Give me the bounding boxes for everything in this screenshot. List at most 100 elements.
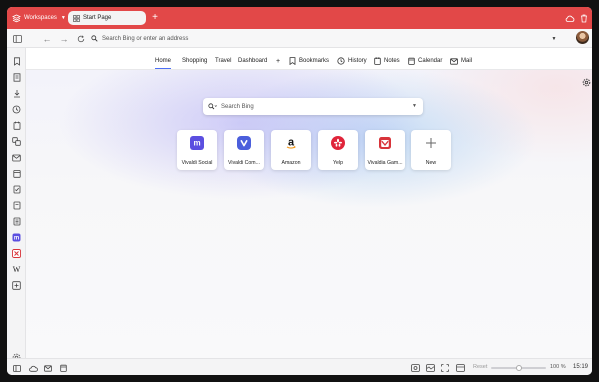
speed-dial-label: Yelp <box>333 160 343 166</box>
address-placeholder: Search Bing or enter an address <box>102 35 189 42</box>
tasks-icon[interactable] <box>11 184 22 195</box>
nav-travel-label: Travel <box>215 58 232 64</box>
nav-dashboard[interactable]: Dashboard <box>238 56 267 66</box>
nav-history-label: History <box>348 58 367 64</box>
start-page-nav: Home Shopping Travel Dashboard + Bookmar… <box>26 48 592 70</box>
calendar-icon <box>408 57 415 65</box>
speed-dial-new[interactable]: New <box>411 130 451 170</box>
mail-icon[interactable] <box>43 363 53 373</box>
zoom-level: 100 % <box>550 364 566 370</box>
trash-icon[interactable] <box>578 13 590 23</box>
speed-dial-label: New <box>425 160 437 166</box>
history-icon[interactable] <box>11 104 22 115</box>
nav-calendar-label: Calendar <box>418 58 443 64</box>
cloud-icon[interactable] <box>564 13 576 23</box>
notes-icon[interactable] <box>11 120 22 131</box>
workspaces-icon <box>11 13 22 24</box>
add-group-button[interactable]: + <box>276 56 280 66</box>
search-placeholder: Search Bing <box>221 103 254 110</box>
title-bar: Workspaces ▼ Start Page + <box>7 7 592 29</box>
nav-travel[interactable]: Travel <box>215 56 231 66</box>
mail-icon[interactable] <box>11 152 22 163</box>
address-field[interactable]: Search Bing or enter an address <box>91 32 561 45</box>
speed-dial-vivaldi-social[interactable]: m Vivaldi Social <box>177 130 217 170</box>
nav-bookmarks[interactable]: Bookmarks <box>289 56 329 66</box>
speed-dial-label: Vivaldia Gam... <box>367 160 403 166</box>
status-bar: Reset 100 % 15:19 <box>7 358 592 375</box>
nav-mail-label: Mail <box>461 58 473 64</box>
nav-shopping[interactable]: Shopping <box>182 56 207 66</box>
amazon-icon: a <box>284 136 298 150</box>
workspaces-button[interactable]: Workspaces ▼ <box>11 12 66 24</box>
nav-notes-label: Notes <box>384 58 400 64</box>
grid-icon <box>73 14 80 22</box>
workspaces-label: Workspaces <box>24 15 57 21</box>
history-icon <box>337 57 345 65</box>
reading-list-icon[interactable] <box>11 72 22 83</box>
speed-dial-vivaldia-games[interactable]: Vivaldia Gam... <box>365 130 405 170</box>
zoom-slider-knob[interactable] <box>515 365 522 371</box>
zoom-reset-button[interactable]: Reset <box>473 364 487 370</box>
search-input[interactable]: Search Bing ▼ <box>203 98 423 115</box>
nav-calendar[interactable]: Calendar <box>408 56 442 66</box>
wikipedia-icon[interactable]: W <box>11 264 22 275</box>
clock: 15:19 <box>573 364 589 370</box>
chevron-down-icon: ▼ <box>60 15 66 21</box>
speed-dial-yelp[interactable]: Yelp <box>318 130 358 170</box>
bookmarks-icon[interactable] <box>11 56 22 67</box>
speed-dial-amazon[interactable]: a Amazon <box>271 130 311 170</box>
mastodon-icon: m <box>190 136 204 150</box>
page-actions-icon[interactable] <box>440 363 450 373</box>
bookmark-icon <box>289 57 296 65</box>
tab-title: Start Page <box>83 15 112 21</box>
mastodon-icon[interactable]: m <box>11 232 22 243</box>
downloads-icon[interactable] <box>11 88 22 99</box>
search-icon <box>208 103 217 110</box>
translate-icon[interactable] <box>11 136 22 147</box>
new-tab-button[interactable]: + <box>149 11 161 25</box>
vivaldia-games-icon <box>378 136 392 150</box>
zoom-slider[interactable] <box>491 365 546 371</box>
panel-toggle-icon[interactable] <box>12 363 22 373</box>
browser-window: Workspaces ▼ Start Page + ← → Search Bin… <box>7 7 592 375</box>
svg-text:a: a <box>288 137 295 149</box>
nav-mail[interactable]: Mail <box>450 56 472 66</box>
panel-toggle-icon[interactable] <box>11 33 23 44</box>
tab-start-page[interactable]: Start Page <box>68 11 146 25</box>
reader-icon[interactable] <box>11 216 22 227</box>
calendar-icon[interactable] <box>58 363 68 373</box>
start-page: Home Shopping Travel Dashboard + Bookmar… <box>26 48 592 358</box>
reload-icon[interactable] <box>75 33 87 44</box>
address-toolbar: ← → Search Bing or enter an address ▼ <box>7 29 592 48</box>
back-arrow-icon[interactable]: ← <box>41 33 53 44</box>
speed-dial-vivaldi-community[interactable]: Vivaldi Com... <box>224 130 264 170</box>
svg-text:m: m <box>14 236 19 242</box>
side-panel: m W <box>7 48 26 362</box>
plus-icon <box>424 136 438 150</box>
nav-dashboard-label: Dashboard <box>238 58 268 64</box>
image-toggle-icon[interactable] <box>455 363 465 373</box>
svg-text:m: m <box>193 139 200 148</box>
tile-tabs-icon[interactable] <box>425 363 435 373</box>
notes-icon <box>374 57 381 65</box>
calendar-icon[interactable] <box>11 168 22 179</box>
chevron-down-icon[interactable]: ▼ <box>412 103 417 109</box>
speed-dial-label: Amazon <box>281 160 301 166</box>
nav-home-label: Home <box>155 57 172 64</box>
vivaldia-games-icon[interactable] <box>11 248 22 259</box>
nav-history[interactable]: History <box>337 56 367 66</box>
capture-icon[interactable] <box>410 363 420 373</box>
start-page-settings-icon[interactable] <box>582 78 592 88</box>
add-panel-icon[interactable] <box>11 280 22 291</box>
sync-cloud-icon[interactable] <box>28 363 38 373</box>
nav-home[interactable]: Home <box>155 56 172 69</box>
speed-dial-label: Vivaldi Social <box>181 160 213 166</box>
address-dropdown-icon[interactable]: ▼ <box>548 33 560 44</box>
mail-icon <box>450 57 458 65</box>
nav-shopping-label: Shopping <box>182 58 208 64</box>
yelp-icon <box>331 136 345 150</box>
avatar[interactable] <box>576 31 589 44</box>
forward-arrow-icon[interactable]: → <box>58 33 70 44</box>
nav-notes[interactable]: Notes <box>374 56 400 66</box>
feeds-icon[interactable] <box>11 200 22 211</box>
